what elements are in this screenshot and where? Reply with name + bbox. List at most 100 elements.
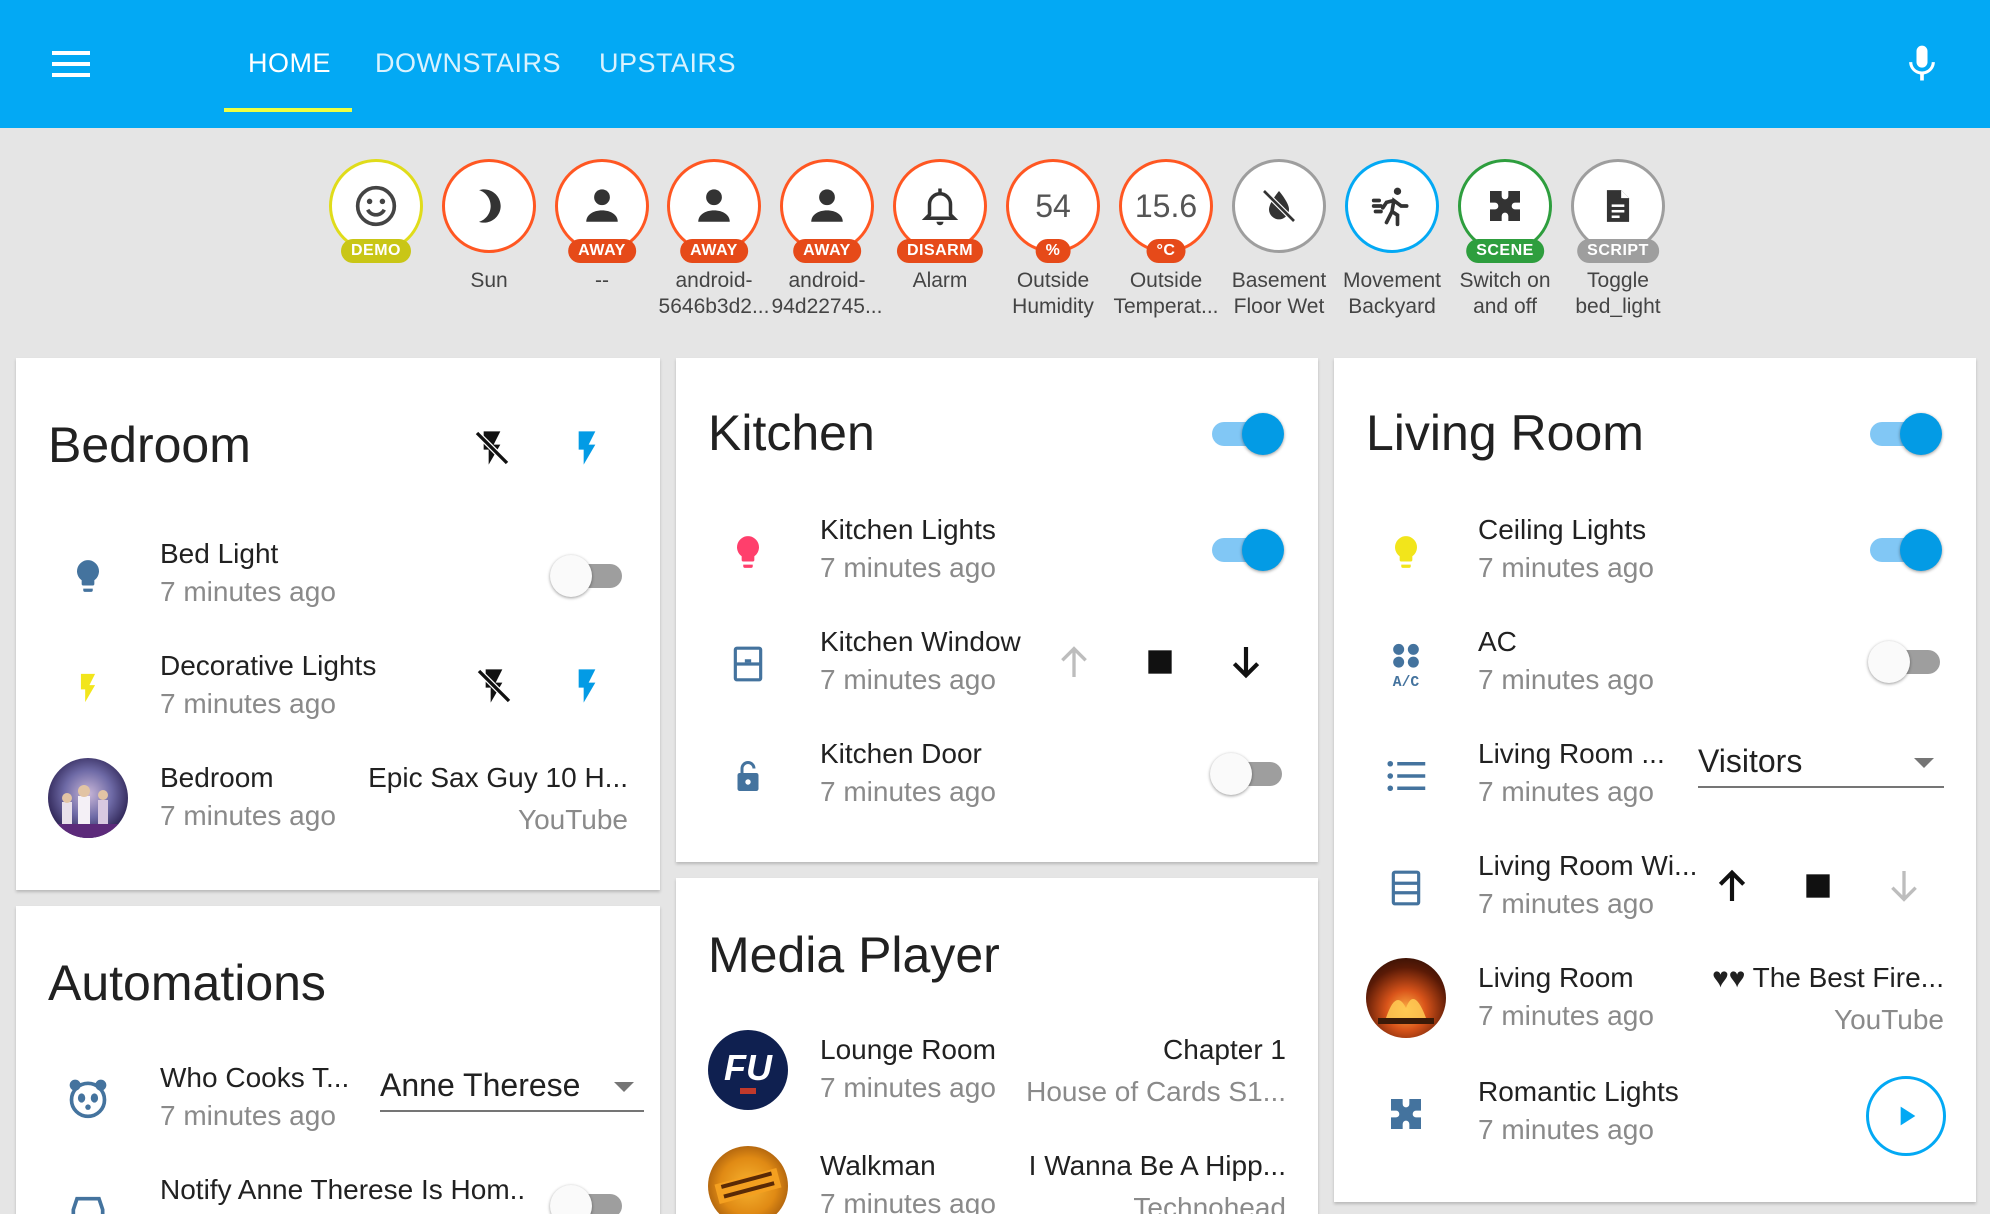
tab-home[interactable]: HOME (248, 48, 331, 79)
media-title: I Wanna Be A Hipp... (1028, 1150, 1286, 1181)
kitchen-lights-toggle[interactable] (1210, 524, 1284, 574)
svg-text:FU: FU (724, 1047, 773, 1088)
row-name: Kitchen Lights (820, 514, 996, 545)
water-off-icon (1262, 189, 1296, 223)
tab-upstairs[interactable]: UPSTAIRS (599, 48, 736, 79)
badge-android-1[interactable]: AWAY android- 5646b3d2... (659, 159, 769, 320)
row-time: 7 minutes ago (820, 1188, 996, 1214)
living-room-scene-select[interactable]: Visitors (1698, 732, 1944, 788)
badge-label: AWAY (680, 239, 748, 263)
bed-light-toggle[interactable] (550, 550, 624, 600)
media-subtitle: Technohead (1133, 1192, 1286, 1214)
badge-outside-humidity[interactable]: 54 % Outside Humidity (1005, 159, 1101, 320)
who-cooks-select[interactable]: Anne Therese (380, 1056, 644, 1112)
living-room-group-toggle[interactable] (1868, 408, 1942, 458)
row-name: Who Cooks T... (160, 1062, 350, 1093)
lightbulb-icon (1382, 528, 1430, 576)
tab-downstairs[interactable]: DOWNSTAIRS (375, 48, 561, 79)
script-icon (1606, 190, 1630, 222)
flash-on-icon[interactable] (563, 424, 611, 472)
badge-basement-floor-wet[interactable]: Basement Floor Wet (1231, 159, 1327, 320)
flash-on-icon[interactable] (563, 662, 611, 710)
badge-name: Toggle bed_light (1575, 269, 1661, 318)
row-name: Kitchen Door (820, 738, 982, 769)
media-thumbnail (708, 1146, 788, 1214)
notify-toggle[interactable] (550, 1180, 624, 1214)
ceiling-lights-toggle[interactable] (1868, 524, 1942, 574)
row-name: Ceiling Lights (1478, 514, 1647, 545)
badge-scene[interactable]: SCENE Switch on and off (1457, 159, 1553, 320)
activate-scene-button[interactable] (1866, 1076, 1946, 1156)
badge-label: AWAY (793, 239, 861, 263)
row-name: Kitchen Window (820, 626, 1021, 657)
row-time: 7 minutes ago (820, 776, 996, 807)
badge-label: SCENE (1466, 239, 1544, 263)
flash-off-icon[interactable] (468, 424, 516, 472)
row-time: 7 minutes ago (160, 1100, 336, 1131)
panda-icon (64, 1074, 112, 1122)
row-name: Lounge Room (820, 1034, 996, 1065)
row-name: Bedroom (160, 762, 274, 793)
flash-off-icon[interactable] (470, 662, 518, 710)
row-name: Living Room Wi... (1478, 850, 1698, 881)
select-value: Anne Therese (380, 1067, 581, 1103)
media-thumbnail (48, 758, 128, 838)
badge-label: SCRIPT (1577, 239, 1659, 263)
badge-label: AWAY (568, 239, 636, 263)
window-icon (1382, 864, 1430, 912)
person-icon (698, 189, 730, 222)
badge-sun[interactable]: Sun (441, 159, 537, 294)
badge-movement-backyard[interactable]: Movement Backyard (1343, 159, 1441, 320)
row-time: 7 minutes ago (160, 800, 336, 831)
chevron-down-icon (614, 1082, 634, 1092)
air-conditioner-icon: A/C (1382, 640, 1430, 688)
microphone-icon[interactable] (1900, 40, 1944, 88)
cover-open-icon[interactable] (1050, 638, 1098, 686)
card-title: Kitchen (708, 405, 875, 461)
badge-android-2[interactable]: AWAY android- 94d22745... (772, 159, 882, 320)
kitchen-group-toggle[interactable] (1210, 408, 1284, 458)
row-time: 7 minutes ago (160, 688, 336, 719)
row-name: Living Room (1478, 962, 1634, 993)
cover-close-icon[interactable] (1222, 638, 1270, 686)
svg-text:A/C: A/C (1393, 675, 1420, 688)
badge-script[interactable]: SCRIPT Toggle bed_light (1570, 159, 1666, 320)
badge-person[interactable]: AWAY -- (554, 159, 650, 294)
ac-toggle[interactable] (1868, 636, 1942, 686)
bell-icon (921, 188, 959, 226)
row-time: 7 minutes ago (1478, 552, 1654, 583)
cover-close-icon[interactable] (1880, 862, 1928, 910)
card-living-room: Living Room Ceiling Lights 7 minutes ago… (1334, 358, 1976, 1202)
badge-alarm[interactable]: DISARM Alarm (892, 159, 988, 294)
cover-stop-icon[interactable] (1794, 862, 1842, 910)
person-icon (811, 189, 843, 222)
media-subtitle: House of Cards S1... (1026, 1076, 1286, 1107)
app-toolbar: HOME DOWNSTAIRS UPSTAIRS (0, 0, 1990, 128)
run-icon (1371, 187, 1409, 227)
lock-open-icon (724, 752, 772, 800)
badge-demo[interactable]: DEMO (328, 159, 424, 268)
menu-icon[interactable] (46, 44, 96, 84)
cover-stop-icon[interactable] (1136, 638, 1184, 686)
format-list-icon (1382, 752, 1430, 800)
kitchen-door-toggle[interactable] (1210, 748, 1284, 798)
card-automations: Automations Who Cooks T... 7 minutes ago… (16, 906, 660, 1214)
media-title: Epic Sax Guy 10 H... (368, 762, 628, 793)
cover-open-icon[interactable] (1708, 862, 1756, 910)
badge-outside-temperature[interactable]: 15.6 °C Outside Temperat... (1113, 159, 1219, 320)
badge-label: % (1035, 239, 1071, 263)
media-app: YouTube (1833, 1004, 1944, 1035)
row-time: 7 minutes ago (820, 664, 996, 695)
badge-label: °C (1146, 239, 1186, 263)
select-value: Visitors (1698, 743, 1803, 779)
media-thumbnail (1366, 958, 1446, 1038)
row-name: Romantic Lights (1478, 1076, 1679, 1107)
row-time: 7 minutes ago (160, 576, 336, 607)
card-title: Automations (48, 955, 326, 1011)
row-time: 7 minutes ago (820, 552, 996, 583)
person-icon (586, 189, 618, 222)
window-icon (724, 640, 772, 688)
media-app: YouTube (517, 804, 628, 835)
media-title: ♥♥ The Best Fire... (1712, 962, 1944, 993)
moon-icon (479, 189, 501, 223)
